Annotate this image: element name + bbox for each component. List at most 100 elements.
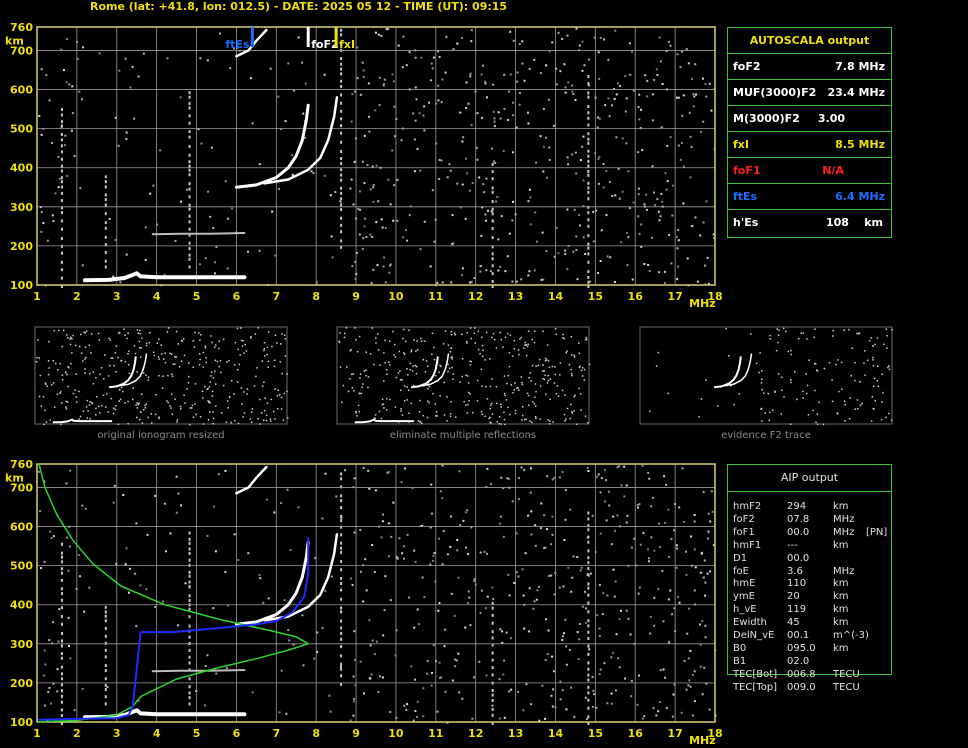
noise-dot bbox=[230, 207, 233, 210]
thumbnail-dot bbox=[58, 329, 60, 332]
thumbnail-dot bbox=[509, 334, 512, 336]
thumbnail-dot bbox=[495, 385, 498, 388]
noise-dot bbox=[278, 187, 281, 190]
noise-dot bbox=[604, 104, 607, 107]
noise-dot bbox=[177, 624, 180, 627]
noise-dot bbox=[207, 190, 210, 193]
noise-dot bbox=[438, 537, 441, 540]
thumbnail-dot bbox=[481, 344, 484, 347]
noise-dot bbox=[436, 281, 439, 284]
interference-dot bbox=[587, 610, 590, 614]
noise-dot bbox=[610, 702, 613, 705]
noise-dot bbox=[499, 117, 502, 120]
noise-dot bbox=[499, 515, 502, 518]
autoscala-row-fof1: foF1 N/A bbox=[728, 158, 891, 184]
thumbnail-dot bbox=[87, 410, 89, 412]
interference-dot bbox=[340, 216, 343, 220]
interference-dot bbox=[587, 619, 590, 623]
noise-dot bbox=[453, 614, 456, 617]
noise-dot bbox=[485, 269, 488, 272]
thumbnail-dot bbox=[802, 390, 804, 393]
thumbnail-dot bbox=[548, 366, 551, 369]
interference-dot bbox=[188, 160, 191, 164]
thumbnail-1 bbox=[34, 326, 289, 426]
thumbnail-dot bbox=[851, 347, 853, 349]
thumbnail-dot bbox=[580, 393, 582, 395]
thumbnail-dot bbox=[551, 365, 554, 368]
noise-dot bbox=[408, 214, 411, 217]
interference-dot bbox=[104, 185, 107, 189]
thumbnail-dot bbox=[542, 364, 544, 366]
thumbnail-dot bbox=[281, 333, 283, 335]
thumbnail-dot bbox=[407, 389, 410, 392]
interference-dot bbox=[587, 186, 590, 190]
thumbnail-dot bbox=[564, 420, 566, 422]
interference-dot bbox=[491, 227, 494, 231]
noise-dot bbox=[701, 77, 704, 80]
noise-dot bbox=[464, 511, 467, 514]
thumbnail-dot bbox=[453, 332, 456, 334]
thumbnail-dot bbox=[35, 361, 38, 363]
noise-dot bbox=[442, 530, 445, 533]
thumbnail-dot bbox=[178, 366, 181, 368]
thumbnail-dot bbox=[500, 338, 503, 341]
noise-dot bbox=[466, 509, 469, 512]
noise-dot bbox=[468, 596, 471, 599]
thumbnail-dot bbox=[383, 380, 385, 382]
thumbnail-dot bbox=[127, 363, 130, 366]
thumbnail-dot bbox=[815, 369, 818, 371]
noise-dot bbox=[606, 255, 609, 258]
noise-dot bbox=[277, 95, 280, 98]
thumbnail-dot bbox=[778, 329, 780, 331]
thumbnail-dot bbox=[769, 411, 771, 414]
noise-dot bbox=[561, 470, 564, 473]
thumbnail-dot bbox=[254, 333, 257, 335]
noise-dot bbox=[588, 58, 591, 61]
noise-dot bbox=[210, 146, 213, 149]
interference-dot bbox=[60, 665, 63, 669]
noise-dot bbox=[108, 217, 111, 220]
noise-dot bbox=[480, 589, 483, 592]
noise-dot bbox=[637, 106, 640, 109]
x-tick-label: 1 bbox=[33, 727, 41, 740]
noise-dot bbox=[492, 83, 495, 86]
aip-key: B0 bbox=[733, 642, 747, 654]
noise-dot bbox=[687, 62, 690, 65]
thumbnail-dot bbox=[110, 357, 113, 359]
noise-dot bbox=[212, 505, 215, 508]
noise-dot bbox=[653, 204, 656, 207]
noise-dot bbox=[214, 550, 217, 553]
noise-dot bbox=[334, 191, 337, 194]
noise-dot bbox=[69, 657, 72, 660]
thumbnail-dot bbox=[64, 371, 67, 374]
y-tick-label: 300 bbox=[10, 638, 33, 651]
thumbnail-dot bbox=[843, 400, 846, 402]
noise-dot bbox=[206, 654, 209, 657]
noise-dot bbox=[663, 676, 666, 679]
noise-dot bbox=[505, 631, 508, 634]
noise-dot bbox=[450, 515, 453, 518]
thumbnail-dot bbox=[154, 413, 157, 416]
noise-dot bbox=[383, 256, 386, 259]
noise-dot bbox=[586, 466, 589, 469]
autoscala-output-panel: AUTOSCALA output foF2 7.8 MHz MUF(3000)F… bbox=[727, 27, 892, 238]
noise-dot bbox=[339, 200, 342, 203]
noise-dot bbox=[668, 233, 671, 236]
noise-dot bbox=[561, 689, 564, 692]
thumbnail-dot bbox=[240, 387, 243, 390]
noise-dot bbox=[58, 177, 61, 180]
interference-dot bbox=[104, 614, 107, 618]
thumbnail-dot bbox=[859, 404, 862, 407]
noise-dot bbox=[412, 112, 415, 115]
ionogram-ticks: 1 2 3 4 5 6 7 8 9 10 11 12 13 14 15 16 17 18MHz7607006005… bbox=[5, 21, 723, 310]
interference-dot bbox=[587, 673, 590, 677]
noise-dot bbox=[513, 581, 516, 584]
noise-dot bbox=[689, 176, 692, 179]
thumbnail-dot bbox=[510, 384, 513, 386]
noise-dot bbox=[480, 73, 483, 76]
interference-dot bbox=[587, 586, 590, 590]
noise-dot bbox=[597, 182, 600, 185]
noise-dot bbox=[593, 693, 596, 696]
noise-dot bbox=[413, 626, 416, 629]
thumbnail-dot bbox=[270, 398, 273, 401]
